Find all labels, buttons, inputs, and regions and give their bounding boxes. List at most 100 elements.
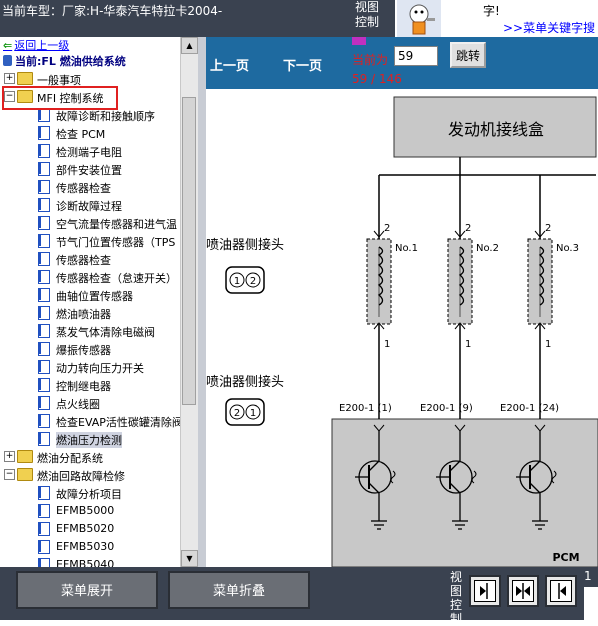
- tree-doc-item[interactable]: 燃油喷油器: [0, 304, 180, 322]
- tree-doc-item[interactable]: 空气流量传感器和进气温: [0, 214, 180, 232]
- tree-doc-item[interactable]: 蒸发气体清除电磁阀: [0, 322, 180, 340]
- folder-icon: [17, 468, 33, 481]
- prev-page-button[interactable]: 上一页: [210, 55, 249, 74]
- tree-item-label: 传感器检查（怠速开关）: [56, 272, 177, 285]
- tree-doc-item[interactable]: 节气门位置传感器（TPS: [0, 232, 180, 250]
- top-bar: 当前车型：厂家:H-华泰汽车特拉卡2004- 视图控制 字! >>菜单关键字搜: [0, 0, 598, 37]
- bottom-corner: [584, 587, 598, 620]
- document-icon: [38, 360, 50, 374]
- tree-doc-item[interactable]: 点火线圈: [0, 394, 180, 412]
- page-count: 59 / 146: [352, 72, 402, 86]
- tree-item-label: 传感器检查: [56, 254, 111, 267]
- tree-doc-item[interactable]: EFMB5000: [0, 502, 180, 520]
- next-page-button[interactable]: 下一页: [283, 55, 322, 74]
- view-left-icon: [474, 580, 496, 602]
- tree-doc-item[interactable]: 检查 PCM: [0, 124, 180, 142]
- tree-doc-item[interactable]: 燃油压力检测: [0, 430, 180, 448]
- jump-button[interactable]: 跳转: [450, 42, 486, 68]
- tree-item-label: 检查 PCM: [56, 128, 106, 141]
- panel-divider[interactable]: [198, 37, 206, 567]
- document-icon: [38, 270, 50, 284]
- menu-expand-button[interactable]: 菜单展开: [16, 571, 158, 609]
- scroll-down-button[interactable]: ▼: [181, 550, 198, 567]
- document-icon: [38, 144, 50, 158]
- page-number-input[interactable]: [394, 46, 438, 66]
- tree-folder-item[interactable]: − 燃油回路故障检修: [0, 466, 180, 484]
- scroll-up-button[interactable]: ▲: [181, 37, 198, 54]
- back-link[interactable]: ⇐ 返回上一级: [3, 37, 69, 53]
- injector-connector-label-1: 喷油器侧接头: [206, 237, 284, 253]
- tree-item-label: 动力转向压力开关: [56, 362, 144, 375]
- wiring-diagram: 发动机接线盒 喷油器侧接头 喷油器侧接头 1 2 2 1 PCM 2 No.1 1 E…: [206, 89, 598, 567]
- scroll-thumb[interactable]: [182, 97, 196, 405]
- document-icon: [38, 558, 50, 567]
- tree-item-label: 检测端子电阻: [56, 146, 122, 159]
- injector-top-pin: 2: [465, 223, 471, 234]
- tree-folder-item[interactable]: + 燃油分配系统: [0, 448, 180, 466]
- junction-box-label: 发动机接线盒: [448, 120, 544, 139]
- document-icon: [38, 162, 50, 176]
- injector-connector-label-2: 喷油器侧接头: [206, 374, 284, 390]
- document-icon: [38, 486, 50, 500]
- view-control-label: 视图控制: [355, 0, 380, 29]
- document-icon: [38, 432, 50, 446]
- collapse-toggle-icon[interactable]: −: [4, 469, 15, 480]
- tree-item-label: 燃油压力检测: [56, 432, 122, 448]
- tree-doc-item[interactable]: 诊断故障过程: [0, 196, 180, 214]
- current-page-label: 当前为: [352, 53, 389, 67]
- expand-toggle-icon[interactable]: +: [4, 451, 15, 462]
- injector-top-pin: 2: [384, 223, 390, 234]
- tree-doc-item[interactable]: 动力转向压力开关: [0, 358, 180, 376]
- tree-scrollbar[interactable]: ▲ ▼: [180, 37, 198, 567]
- document-icon: [38, 378, 50, 392]
- search-panel: 字! >>菜单关键字搜: [395, 0, 598, 37]
- tree-item-label: EFMB5020: [56, 522, 115, 535]
- tree-doc-item[interactable]: 传感器检查（怠速开关）: [0, 268, 180, 286]
- connector-1-pin-a: 1: [234, 276, 240, 287]
- view-split-button[interactable]: [507, 575, 539, 607]
- tree-doc-item[interactable]: 爆振传感器: [0, 340, 180, 358]
- view-left-button[interactable]: [469, 575, 501, 607]
- tree-item-label: 燃油回路故障检修: [37, 470, 125, 483]
- bottom-bar: 菜单展开 菜单折叠 视图控制 1: [0, 567, 598, 626]
- document-icon: [38, 324, 50, 338]
- document-icon: [38, 198, 50, 212]
- tree-item-label: 点火线圈: [56, 398, 100, 411]
- injector-label: No.1: [395, 243, 418, 254]
- document-icon: [38, 180, 50, 194]
- connector-symbol-1: 1 2: [225, 266, 265, 294]
- view-right-button[interactable]: [545, 575, 577, 607]
- tree-doc-item[interactable]: 检查EVAP活性碳罐清除阀: [0, 412, 183, 430]
- db-icon: [3, 55, 12, 66]
- tree-doc-item[interactable]: EFMB5040: [0, 556, 180, 567]
- tree-doc-item[interactable]: 曲轴位置传感器: [0, 286, 180, 304]
- current-path: 当前:FL 燃油供给系统: [3, 53, 126, 69]
- tree-doc-item[interactable]: 检测端子电阻: [0, 142, 180, 160]
- menu-collapse-button[interactable]: 菜单折叠: [168, 571, 310, 609]
- tree-doc-item[interactable]: EFMB5030: [0, 538, 180, 556]
- toolbar-accent: [352, 37, 366, 45]
- tree-doc-item[interactable]: 部件安装位置: [0, 160, 180, 178]
- connector-2-pin-a: 2: [234, 408, 240, 419]
- tree-doc-item[interactable]: 故障分析项目: [0, 484, 180, 502]
- tree-item-label: 控制继电器: [56, 380, 111, 393]
- tree-doc-item[interactable]: EFMB5020: [0, 520, 180, 538]
- tree-doc-item[interactable]: 控制继电器: [0, 376, 180, 394]
- tree-item-label: 传感器检查: [56, 182, 111, 195]
- current-path-label: 当前:FL 燃油供给系统: [15, 55, 126, 68]
- back-link-label: 返回上一级: [14, 39, 70, 52]
- tree-item-label: 蒸发气体清除电磁阀: [56, 326, 155, 339]
- highlight-box: [2, 86, 118, 110]
- injector-label: No.2: [476, 243, 499, 254]
- injector-group: 2 No.1 1 E200-1 (1) 2 No.2 1 E200-1 (9) 2 No.3 1 E2…: [339, 175, 579, 530]
- expand-toggle-icon[interactable]: +: [4, 73, 15, 84]
- tree-doc-item[interactable]: 传感器检查: [0, 250, 180, 268]
- menu-keyword-search-link[interactable]: >>菜单关键字搜: [503, 19, 595, 36]
- tree-doc-item[interactable]: 传感器检查: [0, 178, 180, 196]
- tree-list: + 一般事项 − MFI 控制系统 故障诊断和接触顺序 检查 PCM 检测端子电阻 部件安装位…: [0, 70, 183, 567]
- injector-bottom-pin: 1: [545, 339, 551, 350]
- search-hint-text: 字!: [483, 4, 500, 18]
- folder-icon: [17, 450, 33, 463]
- document-icon: [38, 306, 50, 320]
- tree-item-label: EFMB5030: [56, 540, 115, 553]
